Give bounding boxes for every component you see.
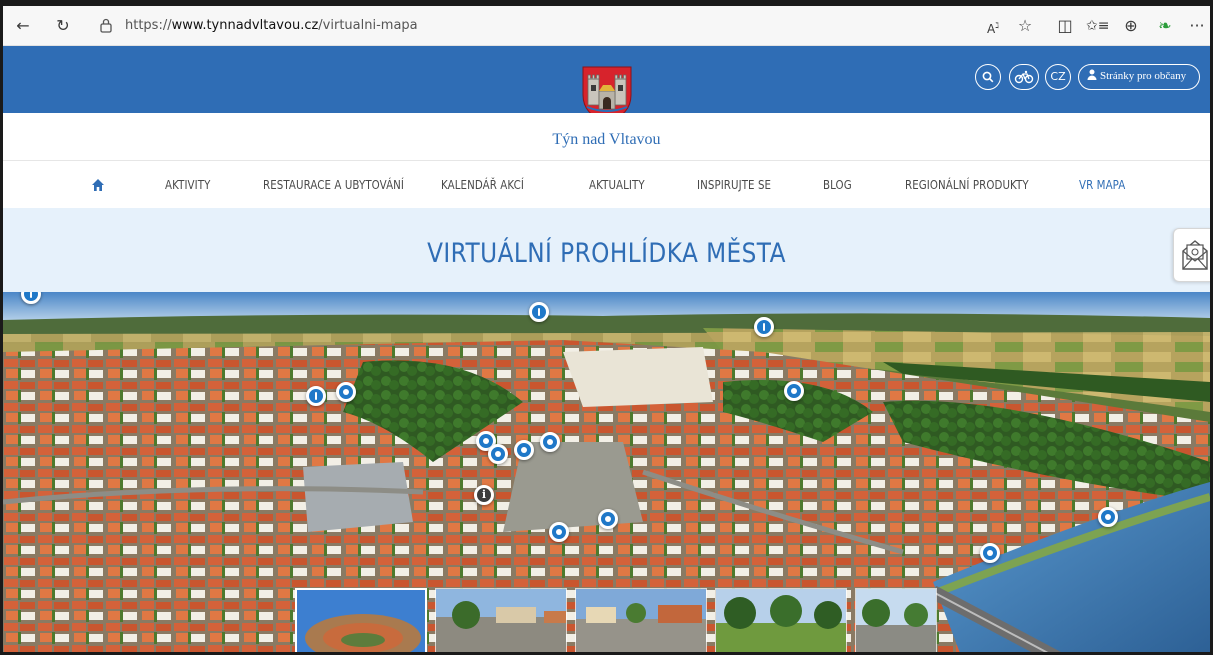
pano-hotspot[interactable] [784, 381, 804, 401]
favorite-icon[interactable]: ☆ [1015, 16, 1035, 36]
scene-thumbnail[interactable] [575, 588, 707, 652]
site-name-band: Týn nad Vltavou [3, 113, 1210, 161]
scene-thumbnail[interactable] [715, 588, 847, 652]
pano-hotspot[interactable] [514, 440, 534, 460]
bike-icon [1014, 70, 1034, 84]
nav-aktivity[interactable]: AKTIVITY [165, 177, 210, 192]
more-icon[interactable]: ··· [1187, 16, 1207, 36]
home-icon[interactable] [91, 178, 105, 192]
mail-icon [1182, 240, 1208, 270]
pano-hotspot[interactable] [754, 317, 774, 337]
scene-thumbnail-image [297, 590, 425, 652]
search-button[interactable] [975, 64, 1001, 90]
nav-inspirujte[interactable]: INSPIRUJTE SE [697, 177, 771, 192]
pano-hotspot[interactable] [488, 444, 508, 464]
back-icon[interactable]: ← [13, 16, 33, 36]
language-button[interactable]: CZ [1045, 64, 1071, 90]
scene-thumbnail[interactable] [435, 588, 567, 652]
url-text[interactable]: https://www.tynnadvltavou.cz/virtualni-m… [125, 18, 418, 33]
nav-regionalni[interactable]: REGIONÁLNÍ PRODUKTY [905, 177, 1029, 192]
main-nav: AKTIVITY RESTAURACE A UBYTOVÁNÍ KALENDÁŘ… [3, 162, 1210, 208]
nav-blog[interactable]: BLOG [823, 177, 852, 192]
split-screen-icon[interactable]: ◫ [1055, 16, 1075, 36]
citizens-button[interactable]: Stránky pro občany [1078, 64, 1200, 90]
pano-hotspot[interactable] [529, 302, 549, 322]
refresh-icon[interactable]: ↻ [53, 16, 73, 36]
newsletter-widget[interactable] [1173, 228, 1210, 282]
scene-thumbnail[interactable] [295, 588, 427, 652]
nav-aktuality[interactable]: AKTUALITY [589, 177, 645, 192]
url-domain: www.tynnadvltavou.cz [171, 18, 319, 33]
collections-icon[interactable]: ⊕ [1121, 16, 1141, 36]
address-bar[interactable]: https://www.tynnadvltavou.cz/virtualni-m… [91, 13, 561, 39]
pano-hotspot[interactable] [980, 543, 1000, 563]
pano-hotspot[interactable] [306, 386, 326, 406]
url-path: /virtualni-mapa [318, 18, 418, 33]
pano-hotspot[interactable] [336, 382, 356, 402]
extensions-icon[interactable]: ❧ [1155, 16, 1175, 36]
site-name[interactable]: Týn nad Vltavou [3, 131, 1210, 149]
scene-thumbnail-image [576, 589, 706, 652]
nav-restaurace[interactable]: RESTAURACE A UBYTOVÁNÍ [263, 177, 404, 192]
nav-vr-mapa[interactable]: VR MAPA [1079, 177, 1125, 192]
site-header: CZ Stránky pro občany [3, 46, 1210, 123]
pano-hotspot[interactable] [540, 432, 560, 452]
lock-icon[interactable] [99, 17, 113, 33]
scene-thumbnail-image [436, 589, 566, 652]
browser-toolbar: ← ↻ https://www.tynnadvltavou.cz/virtual… [3, 6, 1210, 46]
person-icon [1087, 69, 1097, 80]
favorites-icon[interactable]: ✩≡ [1086, 16, 1109, 36]
citizens-button-label: Stránky pro občany [1100, 70, 1187, 82]
accessibility-button[interactable] [1009, 64, 1039, 90]
title-band: VIRTUÁLNÍ PROHLÍDKA MĚSTA [3, 208, 1210, 292]
browser-window: ← ↻ https://www.tynnadvltavou.cz/virtual… [0, 0, 1213, 655]
read-aloud-icon[interactable]: Aℷ [983, 16, 1003, 36]
scene-thumbnail[interactable] [855, 588, 937, 652]
pano-info-hotspot[interactable] [474, 485, 494, 505]
nav-kalendar[interactable]: KALENDÁŘ AKCÍ [441, 177, 524, 192]
pano-hotspot[interactable] [1098, 507, 1118, 527]
search-icon [982, 71, 994, 83]
pano-hotspot[interactable] [549, 522, 569, 542]
page-title: VIRTUÁLNÍ PROHLÍDKA MĚSTA [427, 238, 786, 269]
pano-hotspot[interactable] [598, 509, 618, 529]
url-prefix: https:// [125, 18, 172, 33]
scene-thumbnail-image [856, 589, 936, 652]
scene-thumbnail-image [716, 589, 846, 652]
language-label: CZ [1050, 70, 1066, 83]
